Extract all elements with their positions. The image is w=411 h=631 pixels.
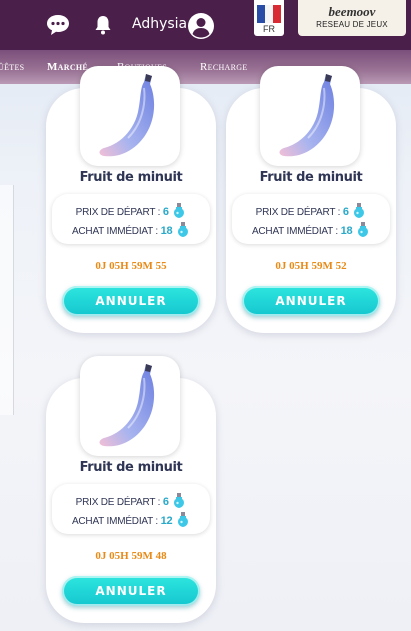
banana-icon	[279, 74, 335, 157]
potion-icon	[358, 222, 369, 237]
chat-icon[interactable]	[45, 13, 71, 37]
start-price-value: 6	[342, 206, 349, 218]
auction-timer: 0J 05H 59M 55	[95, 260, 167, 272]
market-card: Fruit de minuit PRIX DE DÉPART : 6 ACHAT…	[46, 356, 216, 623]
start-price-line: PRIX DE DÉPART : 6	[52, 493, 210, 509]
potion-icon	[178, 512, 189, 527]
start-price-line: PRIX DE DÉPART : 6	[232, 203, 390, 219]
nav-item-recharge[interactable]: Recharge	[200, 61, 248, 73]
bell-icon[interactable]	[90, 13, 116, 37]
buy-price-line: ACHAT IMMÉDIAT : 12	[52, 512, 210, 528]
nav-item-quetes[interactable]: ûêtes	[0, 61, 24, 73]
username[interactable]: Adhysia	[132, 16, 187, 32]
buy-price-label: ACHAT IMMÉDIAT :	[71, 516, 159, 527]
partner-logo[interactable]: beemoov RESEAU DE JEUX	[298, 0, 406, 36]
cancel-button[interactable]: ANNULER	[242, 286, 380, 316]
language-selector[interactable]: FR	[254, 0, 284, 36]
auction-timer: 0J 05H 59M 48	[95, 550, 167, 562]
banana-icon	[99, 364, 155, 447]
partner-subtitle: RESEAU DE JEUX	[316, 20, 388, 29]
auction-timer: 0J 05H 59M 52	[275, 260, 347, 272]
buy-price-line: ACHAT IMMÉDIAT : 18	[52, 222, 210, 238]
item-image	[260, 66, 360, 166]
potion-icon	[174, 493, 185, 508]
buy-price-value: 18	[340, 225, 353, 237]
cancel-button[interactable]: ANNULER	[62, 576, 200, 606]
price-box: PRIX DE DÉPART : 6 ACHAT IMMÉDIAT : 18	[232, 194, 390, 244]
market-card: Fruit de minuit PRIX DE DÉPART : 6 ACHAT…	[46, 66, 216, 333]
price-box: PRIX DE DÉPART : 6 ACHAT IMMÉDIAT : 18	[52, 194, 210, 244]
cancel-button[interactable]: ANNULER	[62, 286, 200, 316]
item-image	[80, 66, 180, 166]
item-name: Fruit de minuit	[259, 170, 363, 185]
start-price-label: PRIX DE DÉPART :	[255, 207, 341, 218]
item-image	[80, 356, 180, 456]
start-price-value: 6	[162, 496, 169, 508]
potion-icon	[354, 203, 365, 218]
language-code: FR	[263, 24, 275, 34]
potion-icon	[174, 203, 185, 218]
start-price-label: PRIX DE DÉPART :	[75, 497, 161, 508]
buy-price-label: ACHAT IMMÉDIAT :	[71, 226, 159, 237]
potion-icon	[178, 222, 189, 237]
item-name: Fruit de minuit	[79, 460, 183, 475]
buy-price-label: ACHAT IMMÉDIAT :	[251, 226, 339, 237]
top-bar: Adhysia FR beemoov RESEAU DE JEUX	[0, 0, 411, 50]
price-box: PRIX DE DÉPART : 6 ACHAT IMMÉDIAT : 12	[52, 484, 210, 534]
nav-item-marche[interactable]: Marché	[47, 61, 88, 73]
flag-icon	[257, 5, 281, 23]
item-name: Fruit de minuit	[79, 170, 183, 185]
side-panel-edge	[0, 185, 14, 415]
avatar-icon[interactable]	[186, 11, 216, 41]
start-price-line: PRIX DE DÉPART : 6	[52, 203, 210, 219]
start-price-value: 6	[162, 206, 169, 218]
market-card: Fruit de minuit PRIX DE DÉPART : 6 ACHAT…	[226, 66, 396, 333]
banana-icon	[99, 74, 155, 157]
buy-price-line: ACHAT IMMÉDIAT : 18	[232, 222, 390, 238]
partner-logo-text: beemoov	[328, 4, 376, 19]
buy-price-value: 12	[160, 515, 173, 527]
buy-price-value: 18	[160, 225, 173, 237]
start-price-label: PRIX DE DÉPART :	[75, 207, 161, 218]
